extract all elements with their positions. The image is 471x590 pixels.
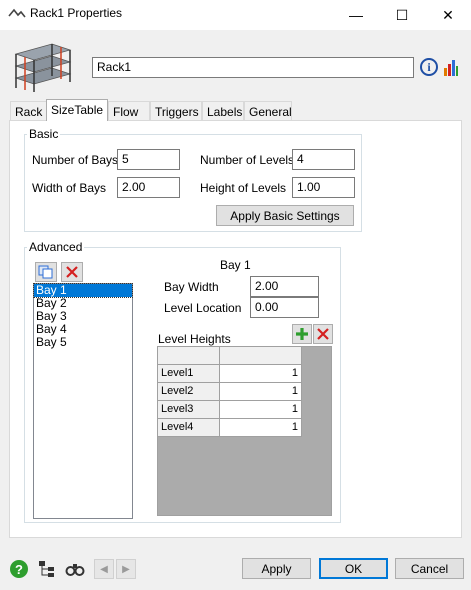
ok-label: OK: [344, 561, 363, 576]
close-button[interactable]: ✕: [425, 0, 471, 30]
app-icon: [8, 8, 26, 18]
tab-label: Flow: [113, 105, 139, 119]
delete-icon: [317, 328, 329, 340]
copy-bay-button[interactable]: [35, 262, 57, 282]
back-button[interactable]: ◀: [94, 559, 114, 579]
tab-sizetable[interactable]: SizeTable: [46, 99, 108, 121]
tab-triggers[interactable]: Triggers: [150, 101, 202, 121]
find-icon: [65, 564, 85, 576]
height-of-levels-field[interactable]: 1.00: [292, 177, 355, 198]
table-cell[interactable]: 1: [220, 383, 302, 401]
close-icon: ✕: [442, 6, 454, 23]
add-level-button[interactable]: [292, 324, 312, 344]
forward-button[interactable]: ▶: [116, 559, 136, 579]
apply-label: Apply: [261, 561, 292, 576]
table-cell[interactable]: 1: [220, 419, 302, 437]
bay-width-label: Bay Width: [164, 280, 219, 294]
find-button[interactable]: [65, 559, 85, 579]
rack-icon: [14, 43, 72, 92]
level-heights-table: Level1 1 Level2 1 Level3 1 Level4 1: [157, 346, 332, 516]
apply-basic-settings-button[interactable]: Apply Basic Settings: [216, 205, 354, 226]
number-of-bays-field[interactable]: 5: [117, 149, 180, 170]
bay-list[interactable]: Bay 1 Bay 2 Bay 3 Bay 4 Bay 5: [33, 283, 133, 519]
level-location-label: Level Location: [164, 301, 242, 315]
number-of-bays-label: Number of Bays: [32, 153, 119, 167]
bay-width-field[interactable]: 2.00: [250, 276, 319, 297]
table-row-header[interactable]: Level4: [158, 419, 220, 437]
chart-icon[interactable]: [443, 56, 459, 78]
width-of-bays-label: Width of Bays: [32, 181, 107, 195]
delete-icon: [66, 266, 78, 278]
ok-button[interactable]: OK: [319, 558, 388, 579]
maximize-icon: ☐: [395, 6, 409, 23]
bay-title: Bay 1: [220, 258, 251, 272]
svg-text:?: ?: [15, 562, 23, 577]
tab-label: SizeTable: [51, 103, 104, 117]
minimize-button[interactable]: —: [333, 0, 379, 30]
table-corner-header: [158, 347, 220, 365]
width-of-bays-field[interactable]: 2.00: [117, 177, 180, 198]
height-of-levels-label: Height of Levels: [200, 181, 287, 195]
table-row-header[interactable]: Level1: [158, 365, 220, 383]
forward-icon: ▶: [122, 563, 130, 575]
maximize-button[interactable]: ☐: [379, 0, 425, 30]
number-of-levels-field[interactable]: 4: [292, 149, 355, 170]
delete-bay-button[interactable]: [61, 262, 83, 282]
apply-basic-settings-label: Apply Basic Settings: [230, 208, 340, 223]
table-row-header[interactable]: Level3: [158, 401, 220, 419]
object-name-field[interactable]: Rack1: [92, 57, 414, 78]
tab-label: Triggers: [155, 105, 199, 119]
tab-flow[interactable]: Flow: [108, 101, 150, 121]
help-icon: ?: [10, 560, 28, 578]
delete-level-button[interactable]: [313, 324, 333, 344]
info-icon[interactable]: i: [420, 58, 438, 76]
tab-label: Rack: [15, 105, 43, 119]
level-location-field[interactable]: 0.00: [250, 297, 319, 318]
basic-group-label: Basic: [27, 127, 61, 141]
tab-labels[interactable]: Labels: [202, 101, 244, 121]
tab-label: General: [249, 105, 292, 119]
table-column-header[interactable]: [220, 347, 302, 365]
copy-icon: [38, 265, 53, 279]
table-cell[interactable]: 1: [220, 401, 302, 419]
table-row-header[interactable]: Level2: [158, 383, 220, 401]
cancel-label: Cancel: [410, 561, 449, 576]
table-cell[interactable]: 1: [220, 365, 302, 383]
tree-button[interactable]: [37, 559, 57, 579]
cancel-button[interactable]: Cancel: [395, 558, 464, 579]
minimize-icon: —: [349, 7, 363, 23]
advanced-group-label: Advanced: [27, 240, 85, 254]
list-item[interactable]: Bay 5: [34, 336, 132, 349]
number-of-levels-label: Number of Levels: [200, 153, 295, 167]
level-heights-label: Level Heights: [158, 332, 231, 346]
add-icon: [296, 328, 308, 340]
help-button[interactable]: ?: [9, 559, 29, 579]
tab-label: Labels: [207, 105, 243, 119]
back-icon: ◀: [100, 563, 108, 575]
window-title: Rack1 Properties: [30, 6, 123, 20]
apply-button[interactable]: Apply: [242, 558, 311, 579]
tab-general[interactable]: General: [244, 101, 292, 121]
tab-rack[interactable]: Rack: [10, 101, 47, 121]
tree-icon: [39, 561, 54, 577]
